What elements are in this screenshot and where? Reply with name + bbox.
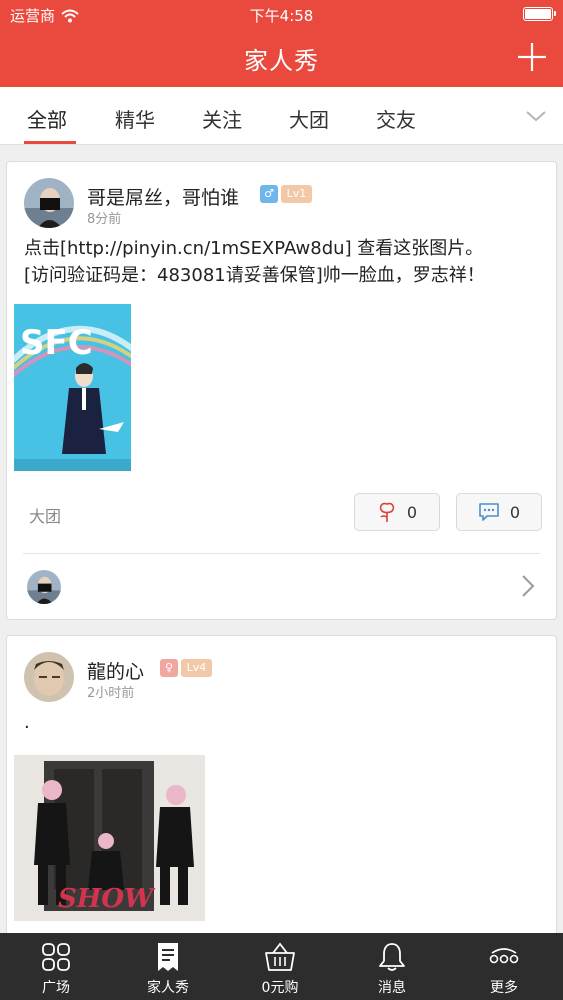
username[interactable]: 哥是屌丝，哥怕谁	[87, 183, 239, 210]
like-count: 0	[406, 502, 418, 522]
tabbar-label: 广场	[42, 980, 70, 996]
female-icon: ♀	[160, 659, 178, 677]
chevron-right-icon[interactable]	[520, 574, 536, 598]
username[interactable]: 龍的心	[87, 657, 144, 684]
post-text-line[interactable]: 点击[http://pinyin.cn/1mSEXPAw8du] 查看这张图片。	[24, 235, 483, 262]
tabbar-item-zero-buy[interactable]: 0元购	[224, 933, 336, 1000]
category-tabs: 全部 精华 关注 大团 交友	[0, 87, 563, 145]
tabbar-item-more[interactable]: 更多	[448, 933, 560, 1000]
liker-avatar[interactable]	[27, 570, 61, 604]
bell-icon	[379, 943, 405, 971]
comment-count: 0	[509, 502, 521, 522]
chevron-down-icon[interactable]	[525, 105, 547, 127]
post-image[interactable]: SHOW	[14, 755, 205, 921]
bottom-tab-bar: 广场 家人秀 0元购 消息 更多	[0, 933, 563, 1000]
page-title: 家人秀	[244, 47, 319, 75]
comment-button[interactable]: 0	[456, 493, 542, 531]
avatar[interactable]	[24, 652, 74, 702]
status-bar: 运营商 下午4:58	[0, 0, 563, 28]
level-badge: Lv4	[181, 659, 212, 677]
male-icon: ♂	[260, 185, 278, 203]
note-icon	[158, 943, 178, 971]
post-text: .	[24, 712, 30, 733]
tabbar-label: 0元购	[261, 980, 299, 996]
post-time: 2小时前	[87, 686, 135, 701]
post-tag[interactable]: 大团	[29, 503, 61, 527]
rose-icon	[379, 502, 395, 522]
battery-icon	[523, 7, 556, 21]
nav-bar: 家人秀	[0, 28, 563, 87]
post-card[interactable]: 哥是屌丝，哥怕谁 ♂ Lv1 8分前 点击[http://pinyin.cn/1…	[6, 161, 557, 620]
post-card[interactable]: 龍的心 ♀ Lv4 2小时前 . SHOW	[6, 635, 557, 933]
avatar[interactable]	[24, 178, 74, 228]
post-time: 8分前	[87, 212, 122, 227]
tabbar-item-messages[interactable]: 消息	[336, 933, 448, 1000]
more-icon	[489, 948, 519, 964]
image-caption: SHOW	[58, 884, 156, 914]
post-text-line: [访问验证码是：483081请妥善保管]帅一脸血，罗志祥！	[24, 265, 485, 286]
tabbar-label: 家人秀	[147, 980, 189, 996]
add-post-icon[interactable]	[517, 42, 547, 72]
image-caption: SFC	[20, 323, 93, 363]
divider	[23, 553, 540, 554]
basket-icon	[265, 942, 295, 971]
tab-friends[interactable]: 交友	[376, 104, 416, 133]
tabbar-label: 消息	[378, 980, 406, 996]
level-badge: Lv1	[281, 185, 312, 203]
status-time: 下午4:58	[249, 7, 314, 25]
tabbar-item-family-show[interactable]: 家人秀	[112, 933, 224, 1000]
active-tab-indicator	[24, 141, 76, 144]
tabbar-item-square[interactable]: 广场	[0, 933, 112, 1000]
post-image[interactable]: SFC	[14, 304, 131, 471]
tab-featured[interactable]: 精华	[115, 104, 155, 133]
tab-following[interactable]: 关注	[202, 104, 242, 133]
tab-all[interactable]: 全部	[27, 104, 67, 133]
tabbar-label: 更多	[490, 980, 518, 996]
tab-big-group[interactable]: 大团	[289, 104, 329, 133]
like-button[interactable]: 0	[354, 493, 440, 531]
grid-icon	[42, 943, 70, 971]
comment-icon	[479, 503, 499, 521]
feed[interactable]: 哥是屌丝，哥怕谁 ♂ Lv1 8分前 点击[http://pinyin.cn/1…	[0, 145, 563, 933]
